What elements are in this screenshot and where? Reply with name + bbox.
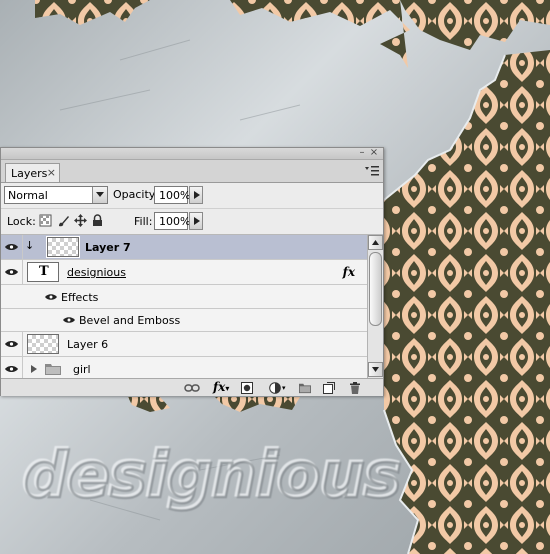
folder-icon [45,364,61,375]
clipping-arrow-icon: ↓ [25,239,35,252]
lock-fill-row: Lock: Fill: 100% [1,209,383,235]
eye-icon[interactable] [63,316,75,324]
type-layer-thumbnail: T [27,262,59,282]
layer-list: ↓ Layer 7 T designious fx Effects Bevel … [1,235,367,378]
blend-options-row: Normal Opacity: 100% [1,183,383,209]
folder-icon[interactable] [299,382,311,394]
fill-slider-button[interactable] [189,212,203,230]
link-icon[interactable] [184,382,200,394]
group-row[interactable]: girl [1,357,367,378]
visibility-toggle[interactable] [1,332,23,356]
eye-icon [5,269,18,275]
mask-icon[interactable] [241,382,253,394]
layer-thumbnail [46,236,80,258]
lock-icon[interactable] [91,214,104,227]
scroll-down-button[interactable] [368,362,383,377]
move-icon[interactable] [74,214,87,227]
fx-icon[interactable]: fx▾ [213,380,229,394]
opacity-label: Opacity: [113,188,159,201]
fill-value: 100% [159,215,191,228]
eye-icon [5,244,18,250]
effect-name: Bevel and Emboss [79,314,181,327]
blend-mode-select[interactable]: Normal [4,186,108,204]
transparency-lock-icon[interactable] [39,214,52,227]
trash-icon[interactable] [349,382,361,394]
layers-bottom-toolbar: fx▾ ▾ [1,378,383,396]
layer-row[interactable]: Layer 6 [1,332,367,357]
chevron-down-icon: ▾ [282,384,286,392]
effects-row[interactable]: Effects [1,285,367,309]
effects-label: Effects [61,291,99,304]
panel-titlebar[interactable]: – × [1,148,383,160]
tab-label: Layers [11,167,48,180]
chevron-down-icon[interactable] [92,187,107,203]
effect-item-row[interactable]: Bevel and Emboss [1,309,367,332]
layer-name: Layer 6 [67,338,109,351]
brush-icon[interactable] [57,214,70,227]
layer-name: Layer 7 [85,241,131,254]
adjustment-icon[interactable] [269,382,281,394]
fill-input[interactable]: 100% [154,212,191,230]
opacity-value: 100% [159,189,191,202]
visibility-toggle[interactable] [1,235,23,259]
opacity-input[interactable]: 100% [154,186,191,204]
panel-menu-icon[interactable] [365,165,379,177]
expand-triangle-icon[interactable] [31,365,37,373]
layer-row[interactable]: T designious fx [1,260,367,285]
layer-name: designious [67,266,126,279]
fill-label: Fill: [134,215,153,228]
eye-icon [5,341,18,347]
layer-row[interactable]: ↓ Layer 7 [1,235,367,260]
lock-label: Lock: [7,215,36,228]
visibility-toggle[interactable] [1,357,23,378]
scroll-up-button[interactable] [368,235,383,250]
close-icon[interactable]: × [369,148,379,158]
layers-panel: – × Layers × Normal Opacity: 100% Lock: … [0,147,384,396]
visibility-cell [1,309,23,331]
eye-icon[interactable] [45,293,57,301]
new-layer-icon[interactable] [323,382,335,394]
visibility-toggle[interactable] [1,260,23,284]
tab-layers[interactable]: Layers × [5,163,60,182]
collapse-icon[interactable]: – [357,148,367,158]
panel-tab-row: Layers × [1,160,383,183]
scroll-thumb[interactable] [369,252,382,326]
group-name: girl [73,363,91,376]
fx-icon[interactable]: fx [343,265,355,279]
layer-thumbnail [27,334,59,354]
close-icon[interactable]: × [47,166,56,179]
svg-text:designious: designious [24,439,402,512]
layer-list-scrollbar[interactable] [367,235,383,378]
opacity-slider-button[interactable] [189,186,203,204]
visibility-cell [1,285,23,308]
blend-mode-value: Normal [8,189,48,202]
eye-icon [5,366,18,372]
